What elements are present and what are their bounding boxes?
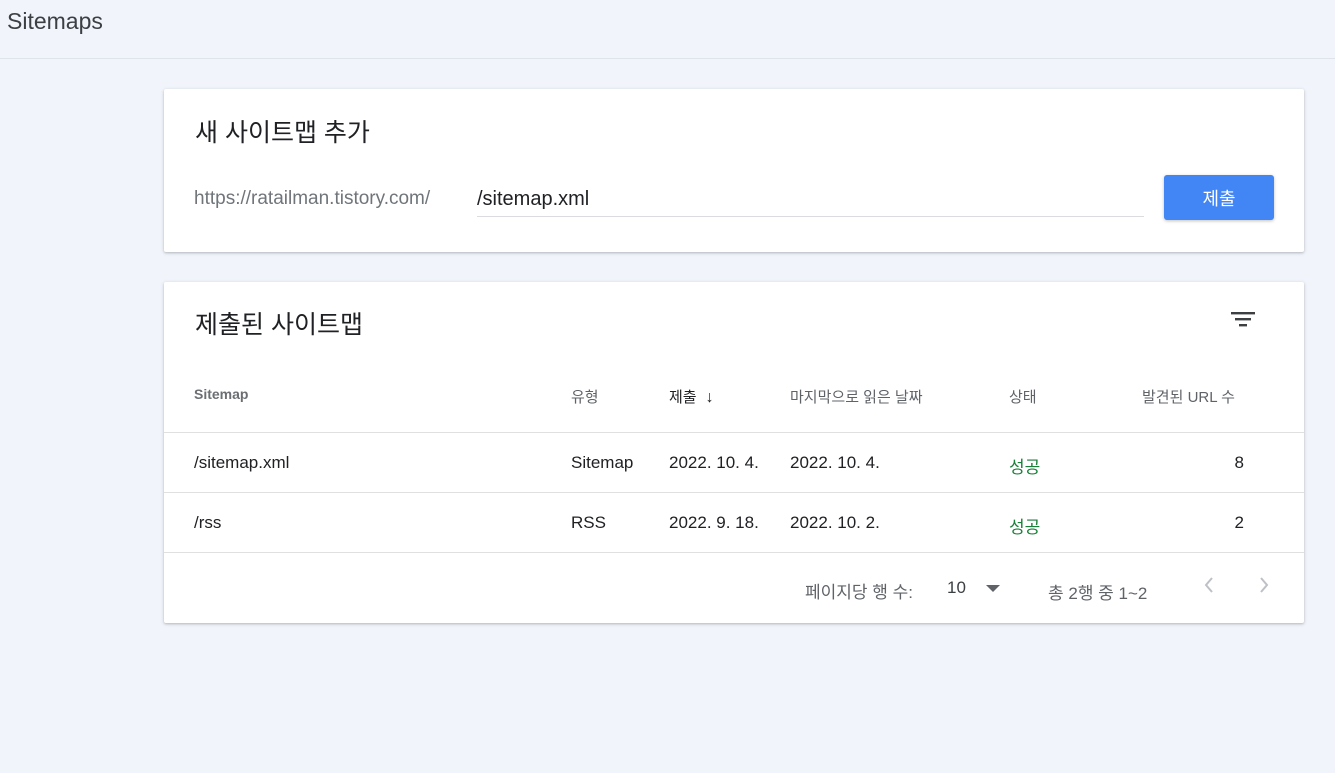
submitted-sitemaps-card: 제출된 사이트맵 Sitemap 유형 제출 ↓ 마지막으로 읽은 날짜 상태 발… bbox=[164, 282, 1304, 623]
chevron-right-icon bbox=[1260, 577, 1269, 593]
page-title: Sitemaps bbox=[7, 8, 103, 34]
cell-status: 성공 bbox=[1009, 458, 1041, 477]
cell-status: 성공 bbox=[1009, 518, 1041, 537]
submit-button[interactable]: 제출 bbox=[1164, 175, 1274, 220]
cell-urls: 2 bbox=[1234, 513, 1244, 532]
table-row[interactable]: /sitemap.xml Sitemap 2022. 10. 4. 2022. … bbox=[164, 432, 1304, 492]
rows-per-page-label: 페이지당 행 수: bbox=[805, 583, 914, 602]
cell-type: Sitemap bbox=[571, 453, 634, 472]
caret-down-icon bbox=[986, 585, 1000, 592]
filter-icon bbox=[1231, 312, 1255, 327]
filter-button[interactable] bbox=[1226, 306, 1260, 332]
cell-submitted: 2022. 10. 4. bbox=[669, 453, 759, 472]
add-sitemap-card: 새 사이트맵 추가 https://ratailman.tistory.com/… bbox=[164, 89, 1304, 252]
url-prefix: https://ratailman.tistory.com/ bbox=[194, 188, 431, 209]
add-sitemap-title: 새 사이트맵 추가 bbox=[195, 119, 370, 147]
column-header-submitted-label: 제출 bbox=[669, 389, 697, 406]
column-header-urls[interactable]: 발견된 URL 수 bbox=[1142, 386, 1235, 407]
page-header: Sitemaps bbox=[0, 0, 1335, 59]
cell-sitemap: /sitemap.xml bbox=[194, 453, 290, 472]
sitemap-url-field bbox=[477, 183, 1144, 217]
sitemap-url-input[interactable] bbox=[477, 183, 1144, 215]
rows-per-page-value: 10 bbox=[947, 578, 966, 597]
table-row[interactable]: /rss RSS 2022. 9. 18. 2022. 10. 2. 성공 2 bbox=[164, 492, 1304, 552]
column-header-submitted[interactable]: 제출 ↓ bbox=[669, 386, 714, 407]
next-page-button[interactable] bbox=[1252, 572, 1276, 598]
pagination-range: 총 2행 중 1~2 bbox=[1048, 584, 1148, 603]
column-header-sitemap[interactable]: Sitemap bbox=[194, 386, 248, 402]
column-header-type[interactable]: 유형 bbox=[571, 386, 599, 407]
cell-submitted: 2022. 9. 18. bbox=[669, 513, 759, 532]
cell-sitemap: /rss bbox=[194, 513, 222, 532]
submitted-sitemaps-title: 제출된 사이트맵 bbox=[195, 311, 363, 339]
table-divider bbox=[164, 552, 1304, 553]
column-header-last-read[interactable]: 마지막으로 읽은 날짜 bbox=[790, 386, 923, 407]
chevron-left-icon bbox=[1204, 577, 1213, 593]
column-header-status[interactable]: 상태 bbox=[1009, 386, 1037, 407]
previous-page-button[interactable] bbox=[1197, 572, 1221, 598]
cell-last-read: 2022. 10. 4. bbox=[790, 453, 880, 472]
cell-urls: 8 bbox=[1234, 453, 1244, 472]
cell-type: RSS bbox=[571, 513, 606, 532]
rows-per-page-select[interactable]: 10 bbox=[947, 578, 1007, 600]
sort-descending-icon: ↓ bbox=[705, 389, 714, 406]
cell-last-read: 2022. 10. 2. bbox=[790, 513, 880, 532]
